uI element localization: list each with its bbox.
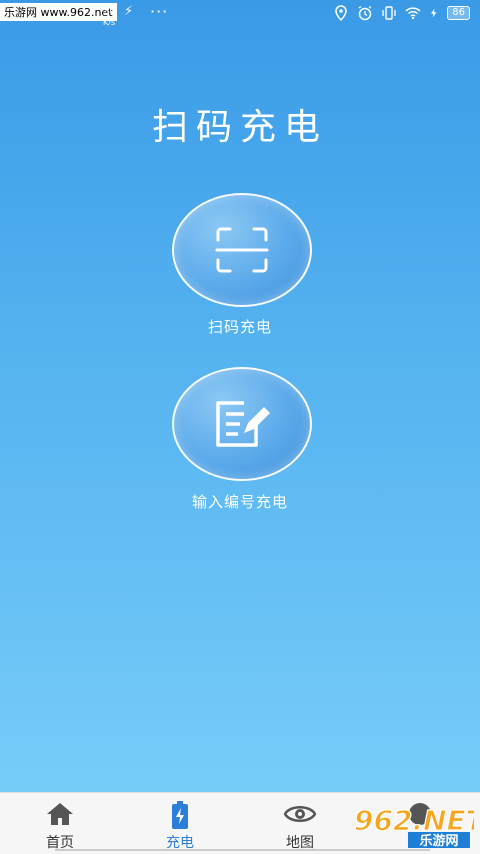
input-number-button[interactable]: [172, 367, 312, 481]
watermark-logo: 962.NET 乐游网: [353, 803, 474, 849]
home-icon: [47, 803, 73, 825]
battery-charge-icon: [172, 801, 188, 829]
scan-charge-label: 扫码充电: [207, 318, 272, 336]
charging-bolt-icon: [431, 8, 437, 18]
watermark-small: 乐游网: [419, 833, 458, 849]
wifi-icon: [405, 7, 421, 20]
tab-map[interactable]: 地图: [240, 793, 360, 854]
edit-note-icon: [216, 401, 270, 447]
input-number-label: 输入编号充电: [191, 493, 288, 511]
alarm-icon: [358, 5, 372, 21]
map-eye-icon: [284, 806, 316, 822]
charging-screen: 乐游网 www.962.net 30 K/s ⚡︎ ··· 86 扫码充电 扫码充…: [0, 0, 480, 792]
status-icons: 86: [333, 5, 470, 21]
net-speed: 30 K/s: [103, 6, 116, 27]
usb-icon: ⚡︎: [124, 4, 134, 19]
status-bar: 乐游网 www.962.net 30 K/s ⚡︎ ··· 86: [0, 0, 480, 30]
page-title: 扫码充电: [151, 107, 328, 148]
scan-charge-button[interactable]: [172, 193, 312, 307]
scan-icon: [215, 227, 269, 273]
location-icon: [335, 5, 348, 21]
vibrate-icon: [382, 6, 396, 20]
battery-level: 86: [447, 6, 470, 20]
tab-charge[interactable]: 充电: [120, 793, 240, 854]
watermark-text: 乐游网 www.962.net: [0, 3, 117, 21]
tab-home[interactable]: 首页: [0, 793, 120, 854]
more-dots-icon: ···: [150, 2, 169, 21]
